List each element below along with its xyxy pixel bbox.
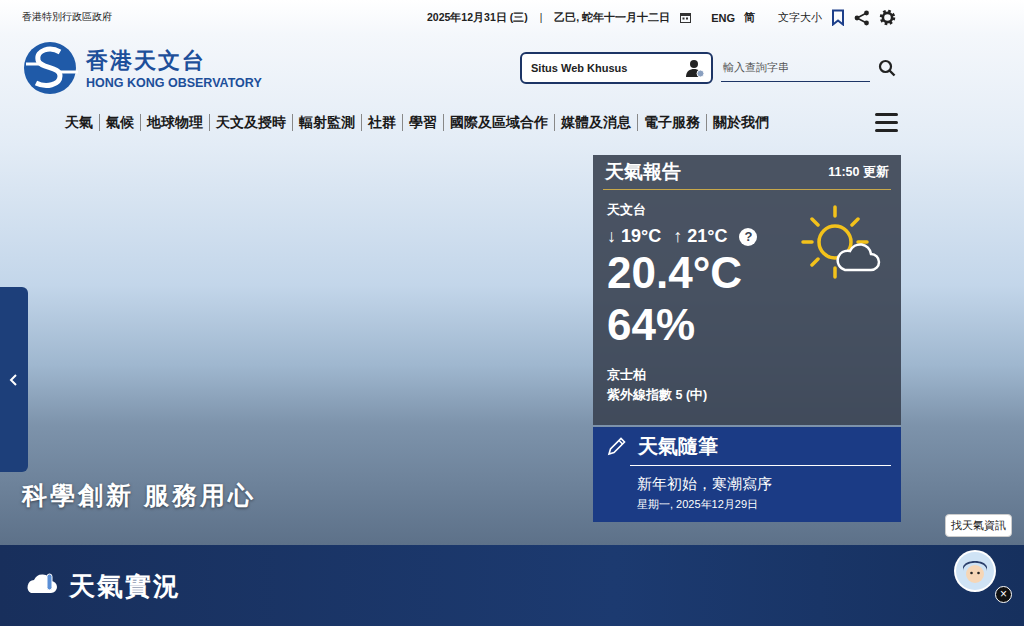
slogan: 科學創新 服務用心 — [22, 479, 256, 512]
lunar-date: 乙巳, 蛇年十一月十二日 — [554, 11, 670, 25]
uv-station: 京士柏 — [607, 365, 887, 385]
nav-item[interactable]: 媒體及消息 — [554, 114, 637, 132]
update-time: 11:50 更新 — [828, 164, 889, 181]
carousel-prev-button[interactable] — [0, 287, 28, 472]
help-icon[interactable]: ? — [739, 228, 757, 246]
chatbot-avatar-icon[interactable] — [954, 550, 996, 592]
nav-item[interactable]: 天氣 — [59, 114, 99, 132]
share-icon[interactable] — [854, 10, 870, 26]
nav-item[interactable]: 天文及授時 — [209, 114, 292, 132]
gear-icon[interactable] — [879, 9, 896, 26]
nav-item[interactable]: 地球物理 — [140, 114, 209, 132]
nav-item[interactable]: 社群 — [361, 114, 402, 132]
logo-title: 香港天文台 — [86, 46, 262, 76]
humidity: 64% — [607, 299, 887, 351]
chatbot-label[interactable]: 找天氣資訊 — [945, 514, 1012, 537]
logo-subtitle: HONG KONG OBSERVATORY — [86, 76, 262, 90]
separator: | — [540, 12, 543, 23]
hero-banner: 科學創新 服務用心 天氣報告 11:50 更新 天文台 ↓ 19°C ↑ 21°… — [0, 145, 1024, 545]
uv-index: 紫外線指數 5 (中) — [607, 385, 887, 405]
chatbot[interactable]: 找天氣資訊 × — [936, 514, 1020, 606]
weather-report-header: 天氣報告 11:50 更新 — [603, 155, 891, 190]
page: 香港特別行政區政府 2025年12月31日 (三) | 乙巳, 蛇年十一月十二日… — [0, 0, 1024, 626]
blog-date: 星期一, 2025年12月29日 — [637, 497, 891, 512]
header-area: 香港特別行政區政府 2025年12月31日 (三) | 乙巳, 蛇年十一月十二日… — [0, 0, 1024, 145]
weather-report-title: 天氣報告 — [605, 159, 681, 185]
section-title: 天氣實況 — [69, 571, 181, 601]
special-site-button[interactable]: Situs Web Khusus — [520, 52, 713, 84]
search-input[interactable]: 輸入查詢字串 — [721, 54, 870, 82]
font-size-link[interactable]: 文字大小 — [778, 10, 822, 25]
chatbot-close-button[interactable]: × — [995, 586, 1012, 603]
nav-item[interactable]: 輻射監測 — [292, 114, 361, 132]
observatory-logo-icon — [20, 40, 84, 96]
station-name: 天文台 — [607, 200, 887, 220]
weather-report-card[interactable]: 天氣報告 11:50 更新 天文台 ↓ 19°C ↑ 21°C ? 20.4°C… — [593, 155, 901, 425]
search-icon[interactable] — [878, 59, 896, 77]
menu-icon[interactable] — [875, 113, 898, 132]
sunny-periods-icon — [799, 204, 881, 282]
top-tools: ENG 简 文字大小 — [711, 9, 896, 26]
main-nav: 天氣氣候地球物理天文及授時輻射監測社群學習國際及區域合作媒體及消息電子服務關於我… — [0, 100, 1024, 145]
chevron-left-icon — [9, 373, 19, 387]
current-weather-section: 天氣實況 — [0, 545, 1024, 626]
header: 香港天文台 HONG KONG OBSERVATORY Situs Web Kh… — [0, 35, 1024, 100]
blog-headline[interactable]: 新年初始，寒潮寫序 — [637, 475, 891, 494]
logo[interactable]: 香港天文台 HONG KONG OBSERVATORY — [20, 40, 262, 96]
pencil-icon — [606, 435, 628, 457]
bookmark-icon[interactable] — [831, 9, 845, 26]
nav-item[interactable]: 電子服務 — [637, 114, 706, 132]
top-bar: 香港特別行政區政府 2025年12月31日 (三) | 乙巳, 蛇年十一月十二日… — [0, 0, 1024, 35]
language-link[interactable]: ENG — [711, 12, 735, 24]
nav-item[interactable]: 關於我們 — [706, 114, 775, 132]
calendar-icon[interactable] — [680, 12, 691, 23]
person-icon — [685, 58, 705, 78]
date: 2025年12月31日 (三) — [427, 11, 528, 25]
weather-blog-card[interactable]: 天氣隨筆 新年初始，寒潮寫序 星期一, 2025年12月29日 — [593, 427, 901, 522]
weather-cloud-icon — [25, 571, 59, 597]
nav-item[interactable]: 氣候 — [99, 114, 140, 132]
nav-item[interactable]: 學習 — [402, 114, 443, 132]
weather-blog-title: 天氣隨筆 — [638, 433, 718, 460]
nav-item[interactable]: 國際及區域合作 — [443, 114, 554, 132]
gov-link[interactable]: 香港特別行政區政府 — [22, 11, 427, 24]
language-link[interactable]: 简 — [744, 10, 755, 25]
search-area: Situs Web Khusus 輸入查詢字串 — [520, 52, 896, 84]
